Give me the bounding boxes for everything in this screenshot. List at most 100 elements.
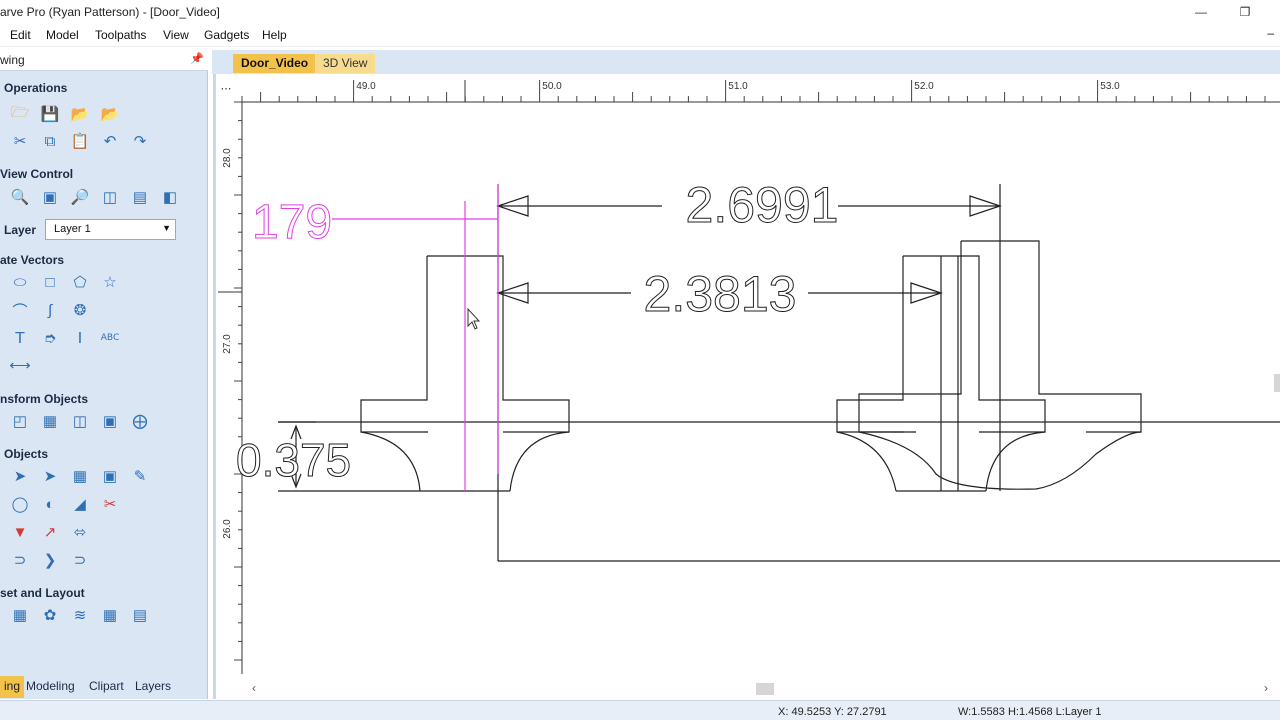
panel-header: wing 📌 — [0, 49, 208, 71]
move-icon[interactable]: ◰ — [9, 410, 31, 432]
restore-icon[interactable]: ❐ — [1222, 0, 1268, 25]
tab-clipart[interactable]: Clipart — [85, 676, 128, 698]
menu-model[interactable]: Model — [46, 28, 79, 42]
view-material-icon[interactable]: ◫ — [99, 186, 121, 208]
text-on-curve-icon[interactable]: ➮ — [39, 327, 61, 349]
app-window: arve Pro (Ryan Patterson) - [Door_Video]… — [0, 0, 1280, 720]
menu-help[interactable]: Help — [262, 28, 287, 42]
tab-modeling[interactable]: Modeling — [22, 676, 79, 698]
open-folder-icon[interactable]: 📂 — [69, 103, 91, 125]
pin-icon[interactable]: 📌 — [190, 52, 204, 65]
section-file-operations: Operations — [4, 81, 68, 95]
node-edit-icon[interactable]: ➤ — [39, 465, 61, 487]
auto-layout-text-icon[interactable]: I — [69, 327, 91, 349]
zoom-icon[interactable]: 🔍 — [9, 186, 31, 208]
ruler-origin-icon[interactable]: ⋯ — [221, 83, 232, 95]
tab-drawing[interactable]: ing — [0, 676, 25, 698]
arc-icon[interactable]: ⌒ — [9, 299, 31, 321]
dimension-mid-text[interactable]: 2.3813 — [643, 266, 797, 323]
dimension-top-text[interactable]: 2.6991 — [685, 177, 839, 234]
section-view-control: View Control — [0, 167, 74, 181]
new-file-icon[interactable]: 🗁 — [9, 103, 31, 125]
subtract-icon[interactable]: ◐ — [39, 493, 61, 515]
section-transform-objects: nsform Objects — [0, 392, 89, 406]
ruler-h-label: 50.0 — [542, 81, 562, 92]
weld-icon[interactable]: ◯ — [9, 493, 31, 515]
view-toggle-icon[interactable]: ◧ — [159, 186, 181, 208]
save-icon[interactable]: 💾 — [39, 103, 61, 125]
scrollbar-thumb[interactable] — [756, 683, 774, 695]
ruler-v-label: 26.0 — [222, 519, 233, 539]
status-coordinates: X: 49.5253 Y: 27.2791 — [778, 706, 887, 718]
section-offset-layout: set and Layout — [0, 586, 85, 600]
line-icon[interactable]: ↗ — [39, 521, 61, 543]
tab-layers[interactable]: Layers — [131, 676, 175, 698]
selected-vectors[interactable] — [332, 184, 499, 491]
ungroup-icon[interactable]: ▣ — [99, 465, 121, 487]
status-selection-size: W:1.5583 H:1.4568 L:Layer 1 — [958, 706, 1102, 718]
close-vector-icon[interactable]: ⬄ — [69, 521, 91, 543]
layer-select[interactable]: Layer 1 ▼ — [45, 219, 176, 240]
ruler-v-label: 28.0 — [222, 148, 233, 168]
paste-icon[interactable]: 📋 — [69, 130, 91, 152]
extend-icon[interactable]: ❯ — [39, 549, 61, 571]
cut-icon[interactable]: ✂ — [9, 130, 31, 152]
menu-view[interactable]: View — [163, 28, 189, 42]
menu-edit[interactable]: Edit — [10, 28, 31, 42]
window-title: arve Pro (Ryan Patterson) - [Door_Video] — [0, 5, 220, 19]
import-icon[interactable]: 📂 — [99, 103, 121, 125]
group-icon[interactable]: ▦ — [69, 465, 91, 487]
text-arc-icon[interactable]: ABC — [99, 327, 121, 349]
smooth-icon[interactable]: ⊃ — [69, 549, 91, 571]
tab-door-video[interactable]: Door_Video — [233, 54, 317, 73]
mdi-minimize-button[interactable]: – — [1267, 26, 1274, 40]
measure-icon[interactable]: ✎ — [129, 465, 151, 487]
dimension-bottom-text[interactable]: 0.375 — [236, 434, 352, 487]
menu-bar: Edit Model Toolpaths View Gadgets Help – — [0, 25, 1280, 47]
star-icon[interactable]: ☆ — [99, 271, 121, 293]
mirror-icon[interactable]: ◫ — [69, 410, 91, 432]
path-array-icon[interactable]: ≋ — [69, 604, 91, 626]
panel-tabs: ing Modeling Clipart Layers — [0, 676, 208, 698]
vertical-scrollbar-thumb[interactable] — [1274, 374, 1280, 392]
zoom-extents-icon[interactable]: ▣ — [39, 186, 61, 208]
trim-icon[interactable]: ✂ — [99, 493, 121, 515]
node-icon[interactable]: ▼ — [9, 521, 31, 543]
polygon-icon[interactable]: ⬠ — [69, 271, 91, 293]
ruler-h-label: 49.0 — [356, 81, 376, 92]
menu-gadgets[interactable]: Gadgets — [204, 28, 249, 42]
rectangle-icon[interactable]: □ — [39, 271, 61, 293]
zoom-selection-icon[interactable]: 🔎 — [69, 186, 91, 208]
copy-icon[interactable]: ⧉ — [39, 130, 61, 152]
circular-array-icon[interactable]: ✿ — [39, 604, 61, 626]
dimension-left-text[interactable]: 179 — [252, 196, 333, 250]
scroll-right-icon[interactable]: › — [1264, 681, 1268, 695]
scale-icon[interactable]: ▣ — [99, 410, 121, 432]
spiral-icon[interactable]: ❂ — [69, 299, 91, 321]
mouse-cursor-icon — [467, 307, 481, 330]
redo-icon[interactable]: ↷ — [129, 130, 151, 152]
layer-label: Layer — [4, 223, 37, 237]
curve-icon[interactable]: ∫ — [39, 299, 61, 321]
select-icon[interactable]: ➤ — [9, 465, 31, 487]
ellipse-icon[interactable]: ⬭ — [9, 271, 31, 293]
align-icon[interactable]: ▦ — [39, 410, 61, 432]
menu-toolpaths[interactable]: Toolpaths — [95, 28, 146, 42]
view-grid-icon[interactable]: ▤ — [129, 186, 151, 208]
undo-icon[interactable]: ↶ — [99, 130, 121, 152]
ruler-v-label: 27.0 — [222, 334, 233, 354]
minimize-icon[interactable]: — — [1178, 0, 1224, 25]
nest-icon[interactable]: ▦ — [99, 604, 121, 626]
drawing-svg[interactable]: ⋯ 49.0 50.0 51.0 52.0 53.0 28.0 27.0 26.… — [216, 74, 1280, 699]
tab-3d-view[interactable]: 3D View — [315, 54, 376, 73]
center-icon[interactable]: ⨁ — [129, 410, 151, 432]
array-icon[interactable]: ▦ — [9, 604, 31, 626]
scroll-left-icon[interactable]: ‹ — [252, 681, 256, 695]
offset-icon[interactable]: ▤ — [129, 604, 151, 626]
text-icon[interactable]: T — [9, 327, 31, 349]
drawing-canvas[interactable]: ⋯ 49.0 50.0 51.0 52.0 53.0 28.0 27.0 26.… — [213, 74, 1280, 699]
dimension-icon[interactable]: ⟷ — [9, 354, 31, 376]
join-icon[interactable]: ⊃ — [9, 549, 31, 571]
fillet-icon[interactable]: ◢ — [69, 493, 91, 515]
drawing-vectors[interactable] — [278, 184, 1280, 562]
